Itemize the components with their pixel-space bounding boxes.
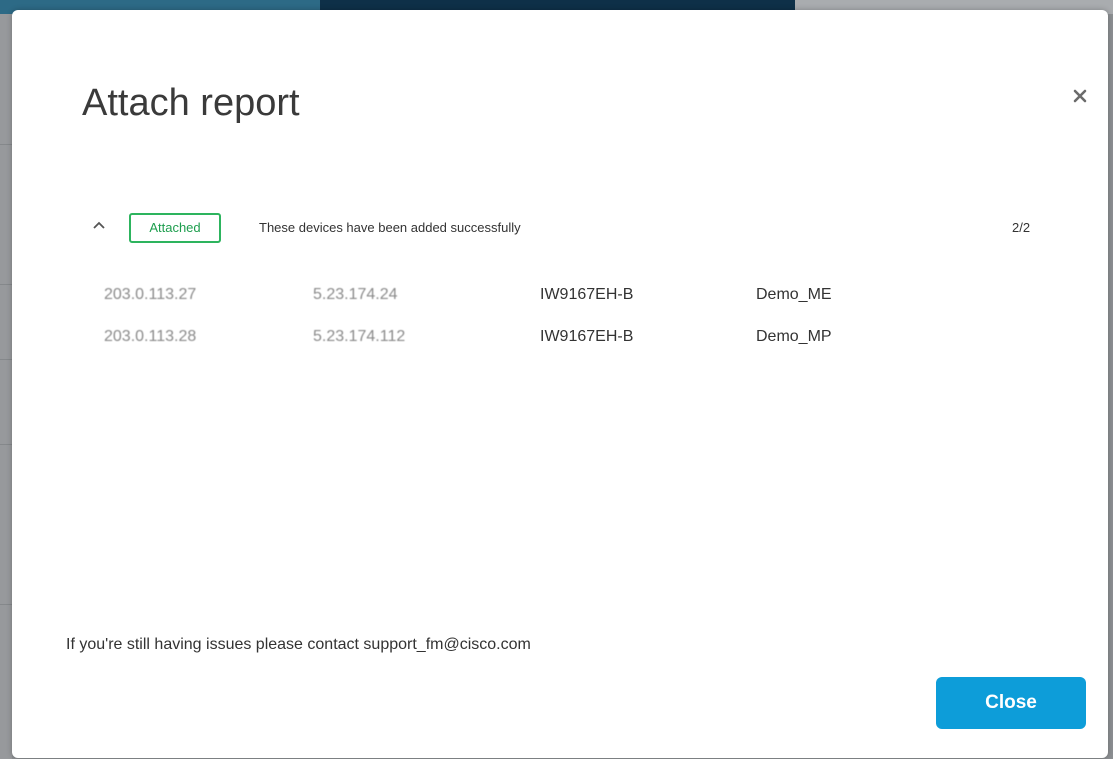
- device-row: 203.0.113.28 5.23.174.112 IW9167EH-B Dem…: [12, 328, 1108, 352]
- background-divider: [0, 144, 12, 145]
- background-divider: [0, 284, 12, 285]
- device-serial: 5.23.174.112: [313, 328, 406, 345]
- device-model: IW9167EH-B: [540, 328, 634, 345]
- background-divider: [0, 359, 12, 360]
- device-model: IW9167EH-B: [540, 286, 634, 303]
- status-badge: Attached: [129, 213, 221, 243]
- background-divider: [0, 444, 12, 445]
- close-icon[interactable]: [1072, 88, 1088, 104]
- device-name: Demo_MP: [756, 328, 832, 345]
- device-ip: 203.0.113.28: [104, 328, 197, 345]
- device-serial: 5.23.174.24: [313, 286, 398, 303]
- attach-report-modal: Attach report Attached These devices hav…: [12, 10, 1108, 758]
- support-contact-text: If you're still having issues please con…: [66, 636, 531, 653]
- device-name: Demo_ME: [756, 286, 832, 303]
- status-count: 2/2: [1012, 220, 1031, 235]
- device-ip: 203.0.113.27: [104, 286, 197, 303]
- close-button[interactable]: Close: [936, 677, 1086, 729]
- status-message: These devices have been added successful…: [259, 220, 521, 235]
- device-row: 203.0.113.27 5.23.174.24 IW9167EH-B Demo…: [12, 286, 1108, 310]
- background-sidebar: [0, 14, 12, 759]
- chevron-up-icon[interactable]: [92, 220, 106, 230]
- modal-title: Attach report: [82, 82, 300, 124]
- background-divider: [0, 604, 12, 605]
